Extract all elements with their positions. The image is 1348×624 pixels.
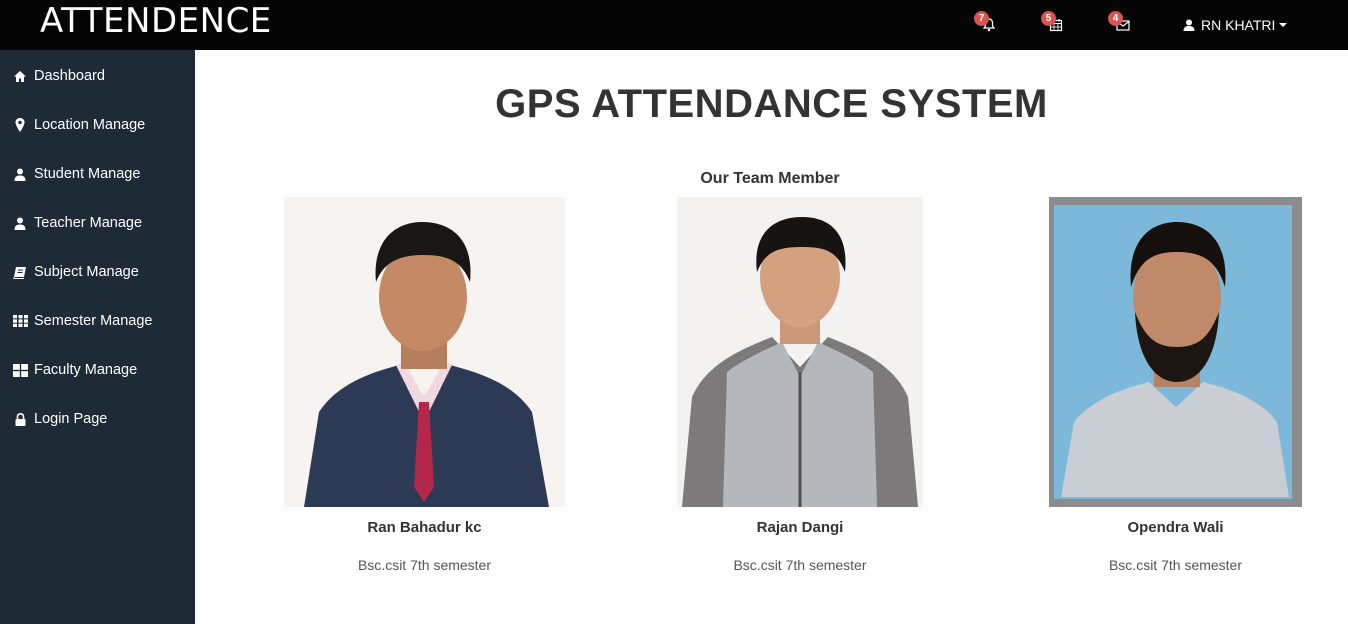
member-name: Opendra Wali <box>1127 519 1224 536</box>
message-count-badge: 4 <box>1108 11 1123 26</box>
sidebar-item-label: Semester Manage <box>34 313 153 329</box>
sidebar: Dashboard Location Manage Student Manage… <box>0 50 195 624</box>
user-icon <box>1183 19 1195 31</box>
user-dropdown[interactable]: RN KHATRI <box>1182 15 1288 35</box>
member-role: Bsc.csit 7th semester <box>357 557 492 573</box>
sidebar-item-label: Student Manage <box>34 166 141 182</box>
member-photo <box>677 197 923 507</box>
sidebar-item-location[interactable]: Location Manage <box>0 107 195 143</box>
member-name: Rajan Dangi <box>756 519 844 536</box>
member-photo <box>284 197 565 507</box>
sidebar-item-faculty[interactable]: Faculty Manage <box>0 352 195 388</box>
sidebar-item-login[interactable]: Login Page <box>0 401 195 437</box>
messages-button[interactable]: 4 <box>1108 11 1134 38</box>
sidebar-item-student[interactable]: Student Manage <box>0 156 195 192</box>
sidebar-item-label: Teacher Manage <box>34 215 143 231</box>
calendar-count-badge: 5 <box>1041 11 1056 26</box>
user-icon <box>12 215 28 231</box>
member-role: Bsc.csit 7th semester <box>733 557 867 573</box>
sidebar-item-label: Location Manage <box>34 117 146 133</box>
th-large-icon <box>12 362 28 378</box>
user-name: RN KHATRI <box>1201 17 1276 33</box>
chevron-down-icon <box>1279 23 1288 27</box>
sidebar-item-label: Subject Manage <box>34 264 139 280</box>
member-role: Bsc.csit 7th semester <box>1108 557 1243 573</box>
sidebar-item-subject[interactable]: Subject Manage <box>0 254 195 290</box>
brand-title[interactable]: ATTENDENCE <box>40 0 272 44</box>
notification-count-badge: 7 <box>974 11 989 26</box>
sidebar-item-semester[interactable]: Semester Manage <box>0 303 195 339</box>
th-icon <box>12 313 28 329</box>
member-photo <box>1049 197 1302 507</box>
book-icon <box>12 264 28 280</box>
user-icon <box>12 166 28 182</box>
sidebar-item-label: Dashboard <box>34 68 105 84</box>
lock-icon <box>12 411 28 427</box>
section-title: Our Team Member <box>700 170 840 187</box>
member-name: Ran Bahadur kc <box>367 519 482 536</box>
calendar-button[interactable]: 5 <box>1041 11 1067 38</box>
main-content: GPS ATTENDANCE SYSTEM Our Team Member Ra… <box>195 50 1348 624</box>
notifications-button[interactable]: 7 <box>974 11 1000 38</box>
sidebar-item-teacher[interactable]: Teacher Manage <box>0 205 195 241</box>
sidebar-item-label: Faculty Manage <box>34 362 138 378</box>
page-title: GPS ATTENDANCE SYSTEM <box>495 82 1048 126</box>
top-navbar: ATTENDENCE 7 5 4 RN KHATRI <box>0 0 1348 50</box>
sidebar-item-dashboard[interactable]: Dashboard <box>0 58 195 94</box>
home-icon <box>12 68 28 84</box>
sidebar-item-label: Login Page <box>34 411 108 427</box>
map-marker-icon <box>12 117 28 133</box>
